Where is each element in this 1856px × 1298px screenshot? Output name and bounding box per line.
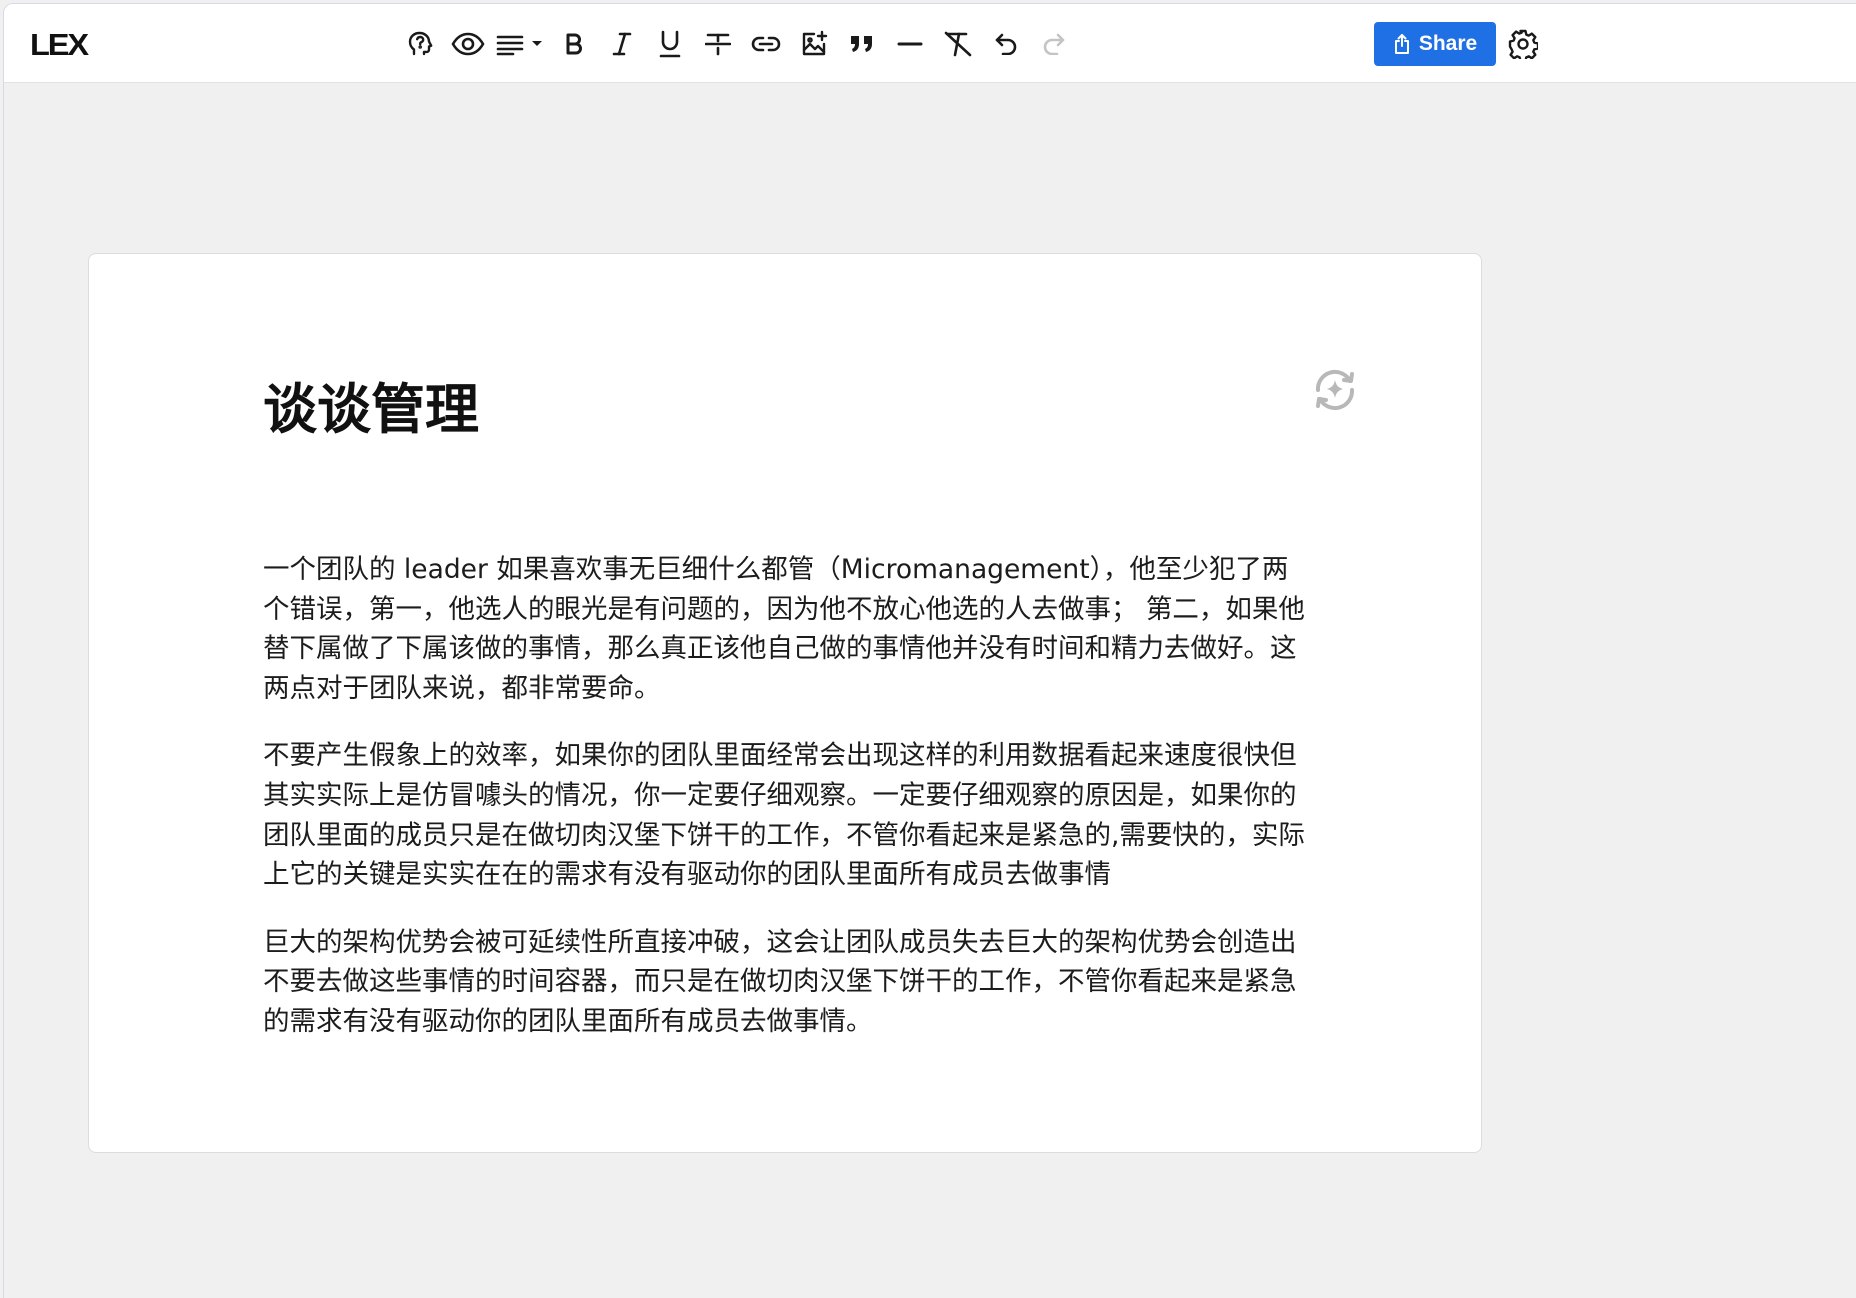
share-button[interactable]: Share [1374, 22, 1496, 66]
strikethrough-icon[interactable] [694, 24, 742, 64]
lex-logo[interactable]: LEX [30, 28, 89, 62]
italic-icon[interactable] [598, 24, 646, 64]
underline-icon[interactable] [646, 24, 694, 64]
gear-icon[interactable] [1507, 28, 1539, 60]
undo-icon[interactable] [982, 24, 1030, 64]
insert-image-icon[interactable] [790, 24, 838, 64]
top-toolbar: LEX Share [4, 4, 1856, 83]
document-title[interactable]: 谈谈管理 [263, 376, 479, 444]
clear-format-icon[interactable] [934, 24, 982, 64]
ai-head-icon[interactable] [396, 24, 444, 64]
bold-icon[interactable] [550, 24, 598, 64]
horizontal-rule-icon[interactable] [886, 24, 934, 64]
redo-icon[interactable] [1030, 24, 1078, 64]
paragraph[interactable]: 巨大的架构优势会被可延续性所直接冲破，这会让团队成员失去巨大的架构优势会创造出不… [263, 923, 1311, 1042]
share-label: Share [1418, 32, 1478, 55]
document-body[interactable]: 一个团队的 leader 如果喜欢事无巨细什么都管（Micromanagemen… [263, 550, 1311, 1070]
app-window: LEX Share 谈谈管理 一个团队的 leader 如果喜欢事无巨细什么都管… [3, 3, 1856, 1298]
formatting-toolbar [396, 24, 1078, 64]
align-left-dropdown-icon[interactable] [492, 24, 550, 64]
eye-icon[interactable] [444, 24, 492, 64]
share-icon [1394, 34, 1409, 54]
document-page: 谈谈管理 一个团队的 leader 如果喜欢事无巨细什么都管（Micromana… [88, 253, 1482, 1153]
paragraph[interactable]: 不要产生假象上的效率，如果你的团队里面经常会出现这样的利用数据看起来速度很快但其… [263, 736, 1311, 894]
quote-icon[interactable] [838, 24, 886, 64]
ai-sparkle-refresh-icon[interactable] [1307, 362, 1363, 418]
link-icon[interactable] [742, 24, 790, 64]
paragraph[interactable]: 一个团队的 leader 如果喜欢事无巨细什么都管（Micromanagemen… [263, 550, 1311, 708]
